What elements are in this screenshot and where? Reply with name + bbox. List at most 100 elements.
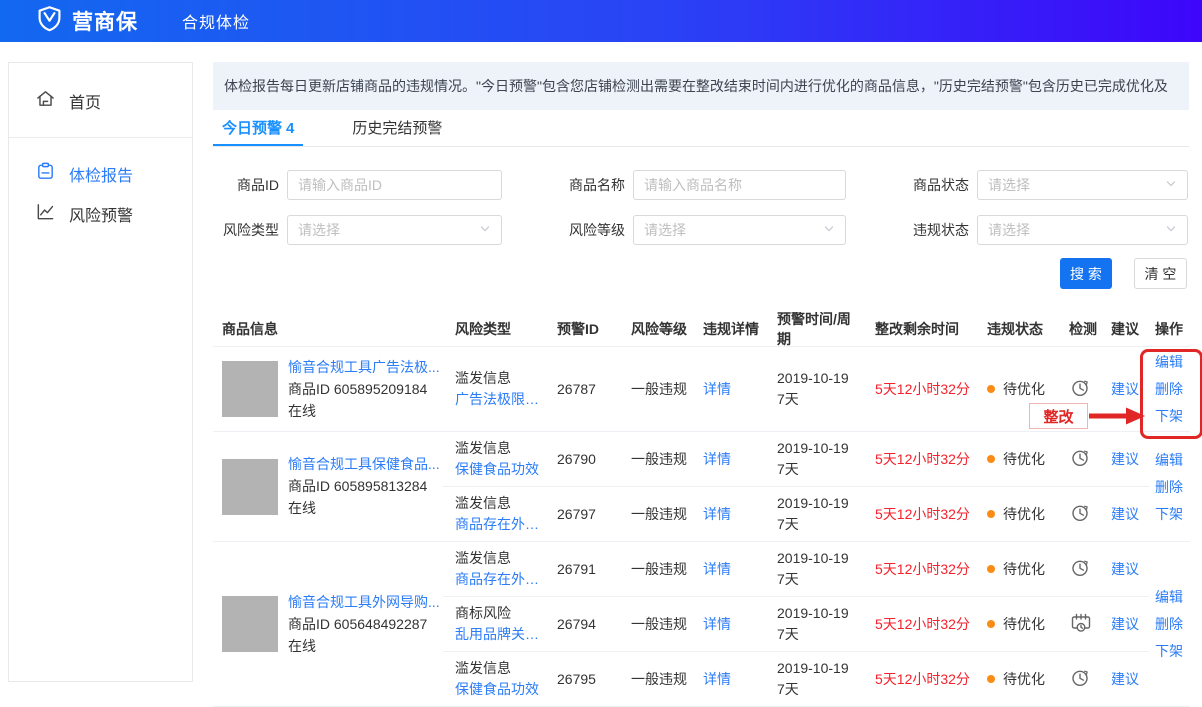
risk-type: 滥发信息 [455, 658, 545, 679]
filter-form: 商品ID请输入商品ID商品名称请输入商品名称商品状态请选择风险类型请选择风险等级… [213, 170, 1189, 246]
takedown-link[interactable]: 下架 [1155, 405, 1190, 427]
history-clock-icon[interactable] [1069, 667, 1091, 689]
remaining-time-cell: 5天12小时32分 [863, 449, 975, 469]
warning-time-cell: 2019-10-197天 [765, 368, 863, 410]
filter-select[interactable]: 请选择 [977, 170, 1188, 200]
product-text: 愉音合规工具外网导购...商品ID 605648492287在线 [288, 592, 440, 657]
detail-link[interactable]: 详情 [703, 506, 731, 522]
edit-link[interactable]: 编辑 [1155, 351, 1190, 373]
sidebar-section-main: 体检报告 风险预警 [9, 138, 192, 234]
tab-label: 历史完结预警 [352, 120, 442, 137]
chevron-down-icon [823, 222, 835, 238]
search-button[interactable]: 搜 索 [1060, 258, 1112, 289]
detail-link[interactable]: 详情 [703, 451, 731, 467]
violation-detail-cell: 详情 [691, 559, 765, 579]
risk-subtype-link[interactable]: 商品存在外网... [455, 514, 545, 535]
edit-link[interactable]: 编辑 [1155, 586, 1190, 608]
suggest-link[interactable]: 建议 [1111, 616, 1139, 632]
detect-cell [1057, 447, 1103, 472]
tab-today-warning[interactable]: 今日预警4 [213, 116, 303, 146]
top-bar: 营商保 合规体检 [0, 0, 1202, 42]
filter-select[interactable]: 请选择 [633, 215, 846, 245]
tab-history-warning[interactable]: 历史完结预警 [343, 116, 451, 144]
product-info-cell: 愉音合规工具广告法极...商品ID 605895209184在线 [213, 347, 443, 431]
table-row: 滥发信息广告法极限词...26787一般违规详情2019-10-197天5天12… [443, 347, 1149, 431]
product-text: 愉音合规工具保健食品...商品ID 605895813284在线 [288, 454, 440, 519]
status-text: 待优化 [1003, 559, 1045, 579]
operations-cell: 编辑删除下架 [1149, 347, 1190, 431]
product-name-link[interactable]: 愉音合规工具保健食品... [288, 454, 440, 475]
filter-select[interactable]: 请选择 [287, 215, 502, 245]
risk-subtype-link[interactable]: 广告法极限词... [455, 389, 545, 410]
filter-field: 商品ID 请输入商品ID [213, 170, 502, 200]
detail-link[interactable]: 详情 [703, 671, 731, 687]
delete-link[interactable]: 删除 [1155, 378, 1190, 400]
warning-cycle: 7天 [777, 569, 863, 590]
history-clock-icon[interactable] [1069, 502, 1091, 524]
remaining-time: 5天12小时32分 [875, 561, 970, 577]
filter-select[interactable]: 请选择 [977, 215, 1188, 245]
warning-id: 26791 [545, 561, 619, 577]
calendar-clock-icon[interactable] [1069, 612, 1093, 634]
table-header-cell: 预警时间/周期 [765, 312, 863, 349]
suggest-link[interactable]: 建议 [1111, 381, 1139, 397]
sidebar-item-risk-warning[interactable]: 风险预警 [9, 194, 192, 234]
warning-cycle: 7天 [777, 679, 863, 700]
remaining-time: 5天12小时32分 [875, 451, 970, 467]
operations-cell: 编辑删除下架 [1149, 432, 1190, 541]
takedown-link[interactable]: 下架 [1155, 503, 1190, 525]
history-clock-icon[interactable] [1069, 377, 1091, 399]
violation-detail-cell: 详情 [691, 669, 765, 689]
tab-bar: 今日预警4 历史完结预警 [213, 116, 1189, 147]
warning-date: 2019-10-19 [777, 548, 863, 569]
status-text: 待优化 [1003, 614, 1045, 634]
risk-subtype-link[interactable]: 商品存在外网... [455, 569, 545, 590]
sidebar-item-report[interactable]: 体检报告 [9, 154, 192, 194]
placeholder-text: 请输入商品ID [298, 175, 382, 195]
product-name-link[interactable]: 愉音合规工具广告法极... [288, 357, 440, 378]
product-name-link[interactable]: 愉音合规工具外网导购... [288, 592, 440, 613]
risk-type: 滥发信息 [455, 438, 545, 459]
suggest-link[interactable]: 建议 [1111, 671, 1139, 687]
risk-level: 一般违规 [619, 669, 691, 689]
history-clock-icon[interactable] [1069, 447, 1091, 469]
violation-status-cell: 待优化 [975, 504, 1057, 524]
brand-name: 营商保 [72, 6, 138, 36]
violation-status-cell: 待优化 [975, 669, 1057, 689]
risk-subtype-link[interactable]: 乱用品牌关键词 [455, 624, 545, 645]
clear-button[interactable]: 清 空 [1134, 258, 1187, 289]
table-header-cell: 违规详情 [691, 319, 765, 339]
history-clock-icon[interactable] [1069, 557, 1091, 579]
product-info-cell: 愉音合规工具外网导购...商品ID 605648492287在线 [213, 542, 443, 706]
delete-link[interactable]: 删除 [1155, 613, 1190, 635]
suggest-link[interactable]: 建议 [1111, 451, 1139, 467]
filter-input[interactable]: 请输入商品名称 [633, 170, 846, 200]
risk-type-cell: 滥发信息保健食品功效 [443, 658, 545, 700]
warning-date: 2019-10-19 [777, 658, 863, 679]
takedown-link[interactable]: 下架 [1155, 640, 1190, 662]
filter-input[interactable]: 请输入商品ID [287, 170, 502, 200]
violation-detail-cell: 详情 [691, 504, 765, 524]
remaining-time-cell: 5天12小时32分 [863, 669, 975, 689]
sidebar-item-home[interactable]: 首页 [9, 81, 192, 121]
product-image [222, 596, 278, 652]
detail-link[interactable]: 详情 [703, 381, 731, 397]
risk-subtype-link[interactable]: 保健食品功效 [455, 679, 545, 700]
detect-cell [1057, 667, 1103, 692]
warning-time-cell: 2019-10-197天 [765, 603, 863, 645]
warning-id: 26797 [545, 506, 619, 522]
table-header-cell: 违规状态 [975, 319, 1057, 339]
detect-cell [1057, 502, 1103, 527]
filter-label: 商品ID [213, 175, 279, 195]
product-id: 商品ID 605648492287 [288, 614, 440, 635]
risk-level: 一般违规 [619, 449, 691, 469]
suggest-link[interactable]: 建议 [1111, 561, 1139, 577]
brand: 营商保 [36, 5, 138, 37]
detail-link[interactable]: 详情 [703, 616, 731, 632]
delete-link[interactable]: 删除 [1155, 476, 1190, 498]
home-icon [35, 88, 56, 114]
edit-link[interactable]: 编辑 [1155, 449, 1190, 471]
risk-subtype-link[interactable]: 保健食品功效 [455, 459, 545, 480]
suggest-link[interactable]: 建议 [1111, 506, 1139, 522]
detail-link[interactable]: 详情 [703, 561, 731, 577]
